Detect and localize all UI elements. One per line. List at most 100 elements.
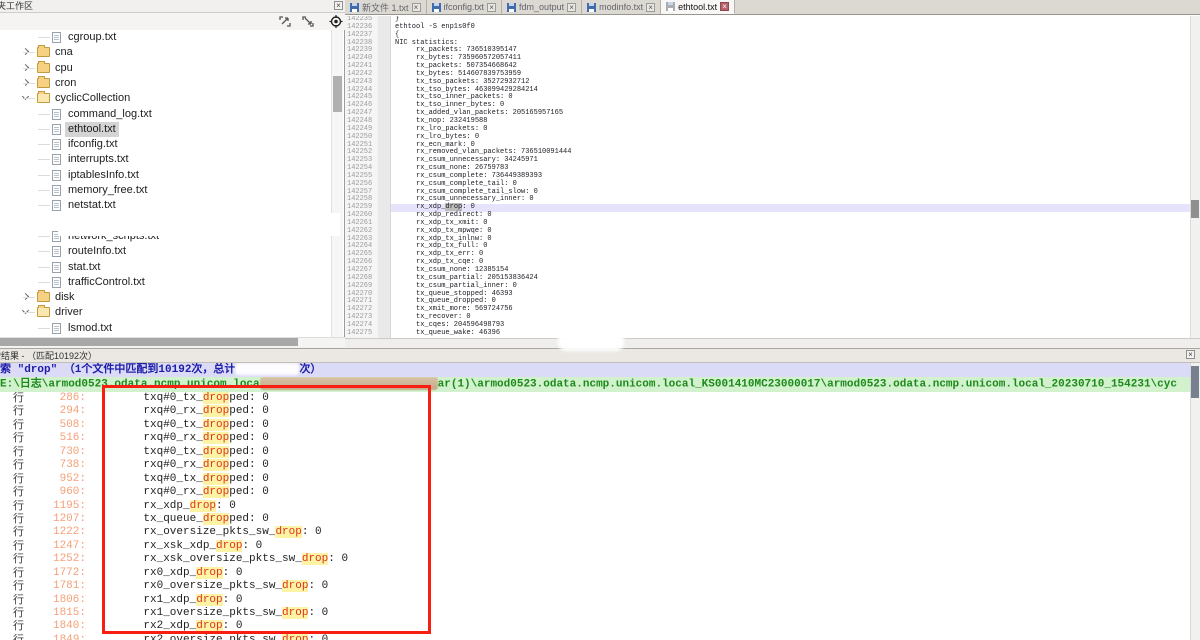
- tree-item[interactable]: memory_free.txt: [0, 183, 331, 198]
- tree-connector: [38, 328, 50, 329]
- tree-item[interactable]: cpu: [0, 61, 331, 76]
- close-tab-icon[interactable]: ×: [487, 3, 496, 12]
- tree-item[interactable]: iptablesInfo.txt: [0, 168, 331, 183]
- expand-all-icon[interactable]: [278, 15, 292, 28]
- file-path-suffix: ar(1)\armod0523.odata.ncmp.unicom.local_…: [438, 378, 1177, 390]
- tree-item[interactable]: routeInfo.txt: [0, 244, 331, 259]
- tree-item-label: cron: [52, 76, 79, 91]
- save-state-icon: [666, 2, 675, 11]
- close-results-icon[interactable]: ×: [1186, 350, 1195, 359]
- row-label: 行: [13, 392, 24, 405]
- tree-item[interactable]: driver: [0, 305, 331, 320]
- fold-margin: [378, 275, 391, 283]
- tree-item[interactable]: ifconfig.txt: [0, 137, 331, 152]
- fold-margin: [378, 110, 391, 118]
- fold-margin: [378, 40, 391, 48]
- file-icon: [52, 277, 61, 288]
- tree-connector: [38, 129, 50, 130]
- tree-item[interactable]: ethtool.txt: [0, 122, 331, 137]
- file-icon: [52, 154, 61, 165]
- tree-item-label: memory_free.txt: [65, 183, 150, 198]
- row-label: 行: [13, 446, 24, 459]
- tab-3[interactable]: modinfo.txt×: [582, 0, 661, 14]
- tab-2[interactable]: fdm_output×: [502, 0, 582, 14]
- file-icon: [52, 246, 61, 257]
- close-tab-icon[interactable]: ×: [412, 3, 421, 12]
- search-summary-prefix: 搜索 "drop" （1个文件中匹配到10192次，总计: [0, 364, 235, 376]
- tree-connector: [38, 205, 50, 206]
- tree-connector: [23, 297, 35, 298]
- fold-margin: [378, 322, 391, 330]
- result-line-number: 1195:: [28, 500, 86, 513]
- matched-word: drop: [445, 203, 462, 211]
- file-icon: [52, 170, 61, 181]
- results-vertical-scrollbar[interactable]: [1190, 363, 1200, 640]
- tree-item[interactable]: cyclicCollection: [0, 91, 331, 106]
- close-tab-icon[interactable]: ×: [646, 3, 655, 12]
- save-state-icon: [587, 3, 596, 12]
- fold-margin: [378, 142, 391, 150]
- tree-connector: [38, 267, 50, 268]
- fold-margin: [378, 251, 391, 259]
- result-line-number: 1781:: [28, 580, 86, 593]
- fold-margin: [378, 32, 391, 40]
- close-tab-icon[interactable]: ×: [567, 3, 576, 12]
- tree-item[interactable]: command_log.txt: [0, 107, 331, 122]
- tree-item[interactable]: disk: [0, 290, 331, 305]
- close-tab-icon[interactable]: ×: [720, 2, 729, 11]
- file-icon: [52, 109, 61, 120]
- close-panel-icon[interactable]: ×: [334, 1, 343, 10]
- tree-item[interactable]: stat.txt: [0, 260, 331, 275]
- search-summary-line[interactable]: 搜索 "drop" （1个文件中匹配到10192次，总计次）: [0, 363, 1190, 377]
- result-line-number: 1772:: [28, 567, 86, 580]
- tree-horizontal-scrollbar-thumb[interactable]: [0, 338, 298, 346]
- fold-margin: [378, 189, 391, 197]
- tree-item[interactable]: cron: [0, 76, 331, 91]
- tree-connector: [38, 282, 50, 283]
- editor-vertical-scrollbar[interactable]: [1190, 16, 1200, 338]
- fold-margin: [378, 243, 391, 251]
- tree-item[interactable]: trafficControl.txt: [0, 275, 331, 290]
- annotation-red-box: [102, 385, 431, 634]
- result-row[interactable]: 行1849: rx2_oversize_pkts_sw_drop: 0: [0, 634, 1190, 640]
- matched-word: drop: [282, 634, 308, 640]
- editor-line[interactable]: 142272 tx_xmit_more: 569724756: [345, 306, 1190, 314]
- tab-4[interactable]: ethtool.txt×: [661, 0, 735, 14]
- fold-margin: [378, 24, 391, 32]
- editor-vertical-scrollbar-thumb[interactable]: [1191, 200, 1199, 218]
- tree-item-label: routeInfo.txt: [65, 244, 129, 259]
- fold-margin: [378, 157, 391, 165]
- tree-item[interactable]: netstat.txt: [0, 198, 331, 213]
- editor-line[interactable]: 142236ethtool -S enp1s0f0: [345, 24, 1190, 32]
- result-line-number: 960:: [28, 486, 86, 499]
- tree-vertical-scrollbar-thumb[interactable]: [333, 76, 342, 112]
- fold-margin: [378, 306, 391, 314]
- results-vertical-scrollbar-thumb[interactable]: [1191, 366, 1199, 398]
- tree-connector: [38, 114, 50, 115]
- fold-margin: [378, 79, 391, 87]
- tree-item[interactable]: lsmod.txt: [0, 321, 331, 336]
- tab-0[interactable]: 新文件 1.txt×: [345, 0, 427, 14]
- tree-item[interactable]: cgroup.txt: [0, 30, 331, 45]
- editor-text[interactable]: 142235}142236ethtool -S enp1s0f0142237{1…: [345, 16, 1190, 338]
- collapse-all-icon[interactable]: [301, 15, 315, 28]
- fold-margin: [378, 267, 391, 275]
- editor-line[interactable]: 142237{: [345, 32, 1190, 40]
- fold-margin: [378, 291, 391, 299]
- tree-item[interactable]: interrupts.txt: [0, 152, 331, 167]
- fold-margin: [378, 55, 391, 63]
- fold-margin: [378, 134, 391, 142]
- editor-horizontal-scrollbar[interactable]: [345, 338, 1200, 347]
- fold-margin: [378, 173, 391, 181]
- locate-file-icon[interactable]: [329, 15, 343, 28]
- workspace-title-bar: 文件夹工作区: [0, 0, 345, 13]
- result-line-number: 1840:: [28, 620, 86, 633]
- result-line-number: 730:: [28, 446, 86, 459]
- fold-margin: [378, 126, 391, 134]
- tree-connector: [23, 68, 35, 69]
- tree-item[interactable]: cna: [0, 45, 331, 60]
- editor-line[interactable]: 142275 tx_queue_wake: 46396: [345, 330, 1190, 338]
- results-title: 搜索结果 - （匹配10192次）: [0, 349, 97, 363]
- tab-1[interactable]: ifconfig.txt×: [427, 0, 503, 14]
- row-label: 行: [13, 567, 24, 580]
